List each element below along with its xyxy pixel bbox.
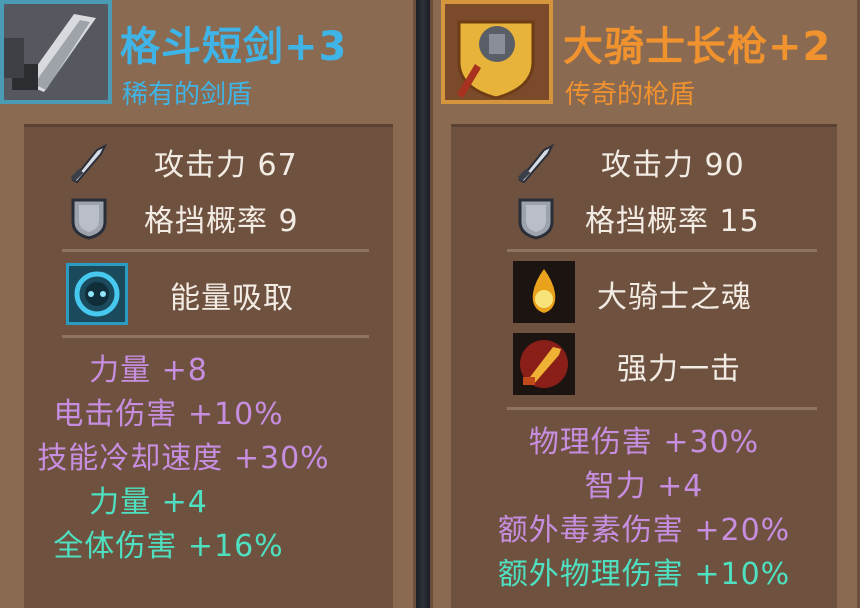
bonus-line: 技能冷却速度 +30% (37, 441, 330, 476)
divider (62, 335, 369, 338)
item-details: 攻击力 67 格挡概率 9 能量吸取 力量 +8 电击伤害 +10% 技能冷却速… (24, 124, 393, 608)
sword-icon (511, 139, 561, 185)
shield-icon (511, 195, 561, 241)
knight-lance-icon (445, 4, 549, 100)
flame-soul-icon (513, 261, 575, 323)
bonus-line: 额外毒素伤害 +20% (497, 513, 791, 548)
item-icon-slot[interactable] (0, 0, 112, 104)
block-chance-label: 格挡概率 15 (585, 204, 760, 239)
bonus-line: 力量 +4 (89, 485, 208, 520)
ability-label: 能量吸取 (170, 281, 294, 316)
left-item-panel: 格斗短剑+3 稀有的剑盾 攻击力 67 格挡概率 9 能量吸取 力量 +8 电击… (0, 0, 416, 608)
item-details: 攻击力 90 格挡概率 15 大骑士之魂 强力一击 物理伤害 +30% 智力 +… (451, 124, 837, 608)
ability-row[interactable]: 能量吸取 (24, 263, 393, 327)
fighting-dagger-icon (4, 4, 108, 100)
ability-label: 大骑士之魂 (597, 280, 752, 315)
bonus-line: 物理伤害 +30% (528, 425, 760, 460)
ability-row[interactable]: 强力一击 (451, 333, 837, 399)
bonus-line: 电击伤害 +10% (53, 397, 284, 432)
attack-label: 攻击力 67 (154, 148, 298, 183)
power-strike-icon (513, 333, 575, 395)
stat-row-block: 格挡概率 15 (451, 193, 837, 243)
stat-row-attack: 攻击力 67 (24, 137, 393, 187)
ability-label: 强力一击 (617, 352, 741, 387)
shield-icon (64, 195, 114, 241)
panel-divider (416, 0, 430, 608)
ability-row[interactable]: 大骑士之魂 (451, 261, 837, 327)
item-rarity-type: 传奇的枪盾 (565, 80, 696, 110)
item-name: 大骑士长枪+2 (563, 24, 832, 70)
right-item-panel: 大骑士长枪+2 传奇的枪盾 攻击力 90 格挡概率 15 大骑士之魂 强力一击 … (430, 0, 860, 608)
energy-drain-icon (66, 263, 128, 325)
divider (507, 249, 817, 252)
bonus-line: 智力 +4 (584, 469, 704, 504)
item-name: 格斗短剑+3 (120, 24, 348, 70)
stat-row-attack: 攻击力 90 (451, 137, 837, 187)
block-chance-label: 格挡概率 9 (144, 204, 299, 239)
item-rarity-type: 稀有的剑盾 (122, 80, 253, 110)
bonus-line: 力量 +8 (89, 353, 208, 388)
divider (62, 249, 369, 252)
bonus-line: 全体伤害 +16% (53, 529, 284, 564)
divider (507, 407, 817, 410)
item-icon-slot[interactable] (441, 0, 553, 104)
stat-row-block: 格挡概率 9 (24, 193, 393, 243)
sword-icon (64, 139, 114, 185)
bonus-line: 额外物理伤害 +10% (497, 557, 791, 592)
attack-label: 攻击力 90 (601, 148, 745, 183)
